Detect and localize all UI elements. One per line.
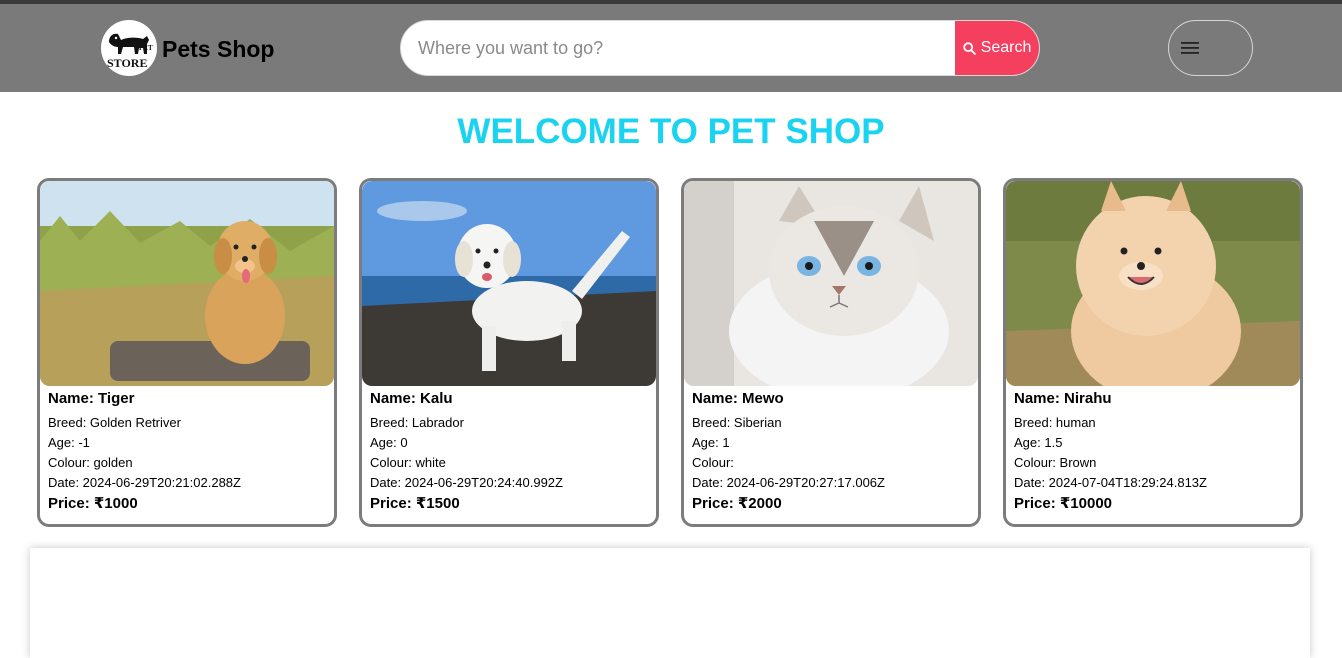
pet-name: Name: Nirahu [1014,390,1112,407]
footer-panel [30,548,1310,658]
pet-name: Name: Tiger [48,390,135,407]
pet-breed: Breed: Siberian [692,415,782,430]
search-button[interactable]: Search [955,21,1039,75]
pet-age: Age: 1 [692,435,730,450]
pet-colour: Colour: [692,455,734,470]
pet-date: Date: 2024-07-04T18:29:24.813Z [1014,475,1207,490]
pet-colour: Colour: Brown [1014,455,1097,470]
menu-icon [1181,42,1199,54]
pet-store-logo[interactable]: PET STORE [101,20,157,76]
pet-breed: Breed: human [1014,415,1096,430]
welcome-heading: WELCOME TO PET SHOP [457,112,885,151]
pet-image[interactable] [1006,181,1300,386]
pet-date: Date: 2024-06-29T20:24:40.992Z [370,475,563,490]
dog-logo-icon: PET STORE [107,33,153,70]
pet-card[interactable]: Name: Kalu Breed: Labrador Age: 0 Colour… [359,178,659,527]
pet-card[interactable]: Name: Nirahu Breed: human Age: 1.5 Colou… [1003,178,1303,527]
pet-price: Price: ₹10000 [1014,495,1113,512]
pet-card[interactable]: Name: Tiger Breed: Golden Retriver Age: … [37,178,337,527]
svg-text:PET: PET [139,44,153,52]
pet-date: Date: 2024-06-29T20:27:17.006Z [692,475,885,490]
search-bar: Search [400,20,1040,76]
pet-age: Age: -1 [48,435,90,450]
pet-date: Date: 2024-06-29T20:21:02.288Z [48,475,241,490]
pet-breed: Breed: Labrador [370,415,464,430]
search-button-label: Search [980,39,1032,56]
pet-breed: Breed: Golden Retriver [48,415,181,430]
svg-text:STORE: STORE [107,56,147,70]
pet-price: Price: ₹2000 [692,495,782,512]
pet-price: Price: ₹1500 [370,495,460,512]
pet-name: Name: Kalu [370,390,453,407]
brand-name[interactable]: Pets Shop [162,36,274,63]
pet-card[interactable]: Name: Mewo Breed: Siberian Age: 1 Colour… [681,178,981,527]
pet-image[interactable] [40,181,334,386]
search-icon [962,41,976,55]
pet-colour: Colour: white [370,455,446,470]
pet-image[interactable] [684,181,978,386]
menu-button[interactable] [1168,20,1253,76]
pet-name: Name: Mewo [692,390,784,407]
pet-colour: Colour: golden [48,455,133,470]
pet-age: Age: 1.5 [1014,435,1063,450]
search-input[interactable] [401,21,957,75]
pet-age: Age: 0 [370,435,408,450]
pet-image[interactable] [362,181,656,386]
navbar: PET STORE Pets Shop Search [0,4,1342,92]
pet-price: Price: ₹1000 [48,495,138,512]
